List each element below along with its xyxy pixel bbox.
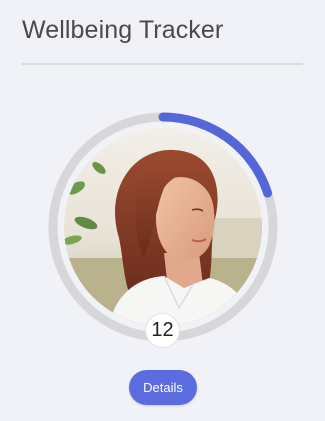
avatar: [64, 128, 262, 326]
count-badge: 12: [145, 313, 180, 348]
details-button[interactable]: Details: [129, 370, 197, 405]
page-title: Wellbeing Tracker: [22, 16, 224, 44]
progress-ring: 12: [45, 109, 281, 348]
person-photo-icon: [64, 128, 262, 326]
header: Wellbeing Tracker: [22, 0, 303, 65]
